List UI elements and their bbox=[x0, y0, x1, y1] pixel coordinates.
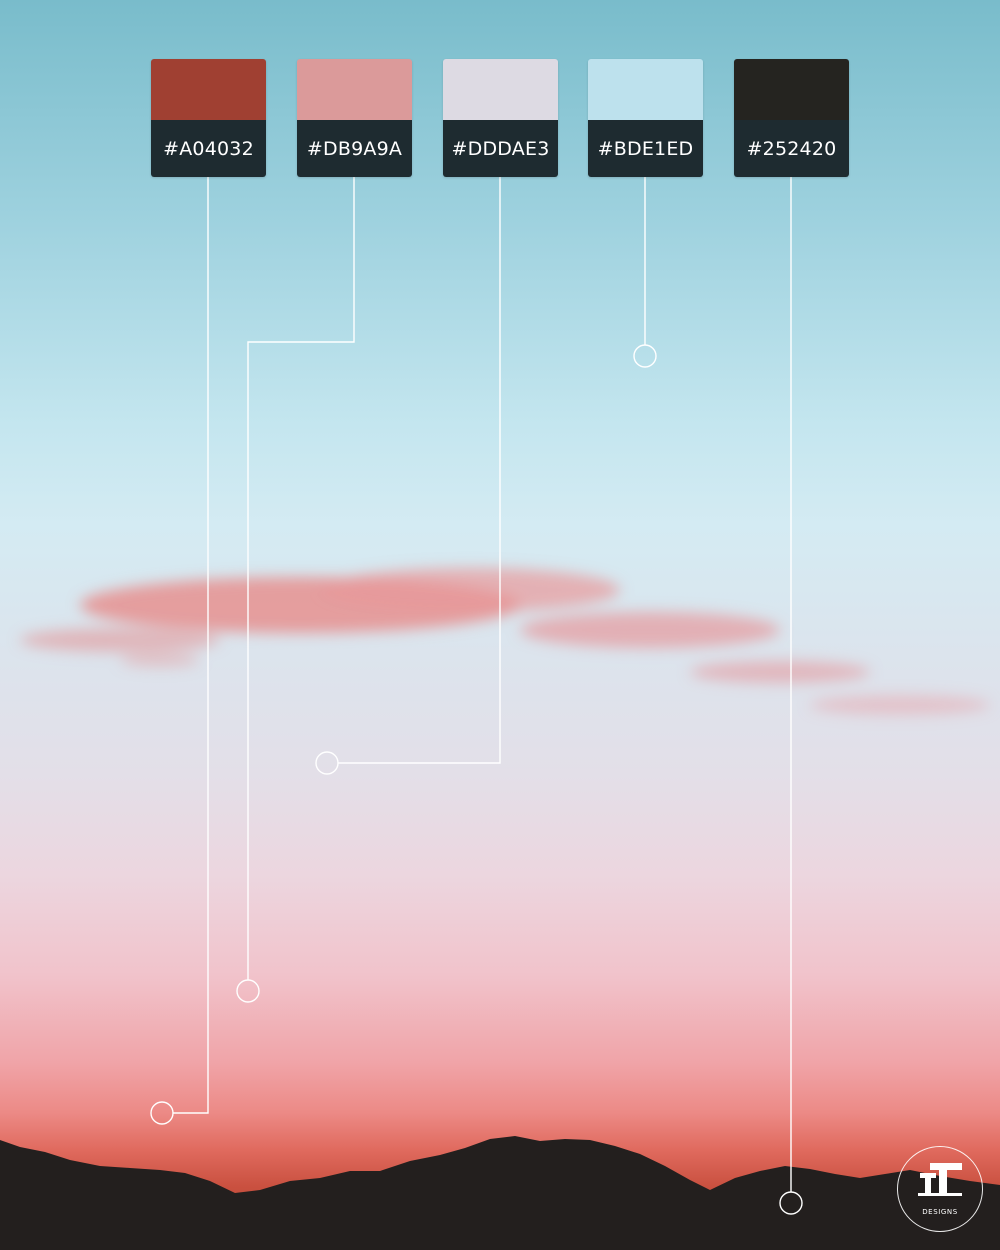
palette-poster: #A04032 #DB9A9A #DDDAE3 #BDE1ED #252420 … bbox=[0, 0, 1000, 1250]
swatch-chip bbox=[151, 59, 266, 120]
swatch-hex-label: #BDE1ED bbox=[588, 120, 703, 177]
marker-db9a9a bbox=[236, 979, 260, 1003]
swatch-hex-label: #DDDAE3 bbox=[443, 120, 558, 177]
marker-bde1ed bbox=[633, 344, 657, 368]
swatch-hex-label: #DB9A9A bbox=[297, 120, 412, 177]
swatch-chip bbox=[297, 59, 412, 120]
cloud bbox=[20, 568, 990, 715]
connector-line-dddae3 bbox=[338, 177, 501, 764]
swatch-4: #BDE1ED bbox=[588, 59, 703, 177]
marker-a04032 bbox=[150, 1101, 174, 1125]
sky-artwork bbox=[0, 177, 1000, 1250]
swatch-1: #A04032 bbox=[151, 59, 266, 177]
brand-logo: DESIGNS bbox=[897, 1146, 983, 1232]
tt-monogram-icon bbox=[918, 1163, 962, 1196]
swatch-chip bbox=[588, 59, 703, 120]
marker-dddae3 bbox=[315, 751, 339, 775]
swatch-chip bbox=[443, 59, 558, 120]
swatch-3: #DDDAE3 bbox=[443, 59, 558, 177]
swatch-chip bbox=[734, 59, 849, 120]
swatch-5: #252420 bbox=[734, 59, 849, 177]
brand-name: DESIGNS bbox=[922, 1208, 958, 1216]
swatch-2: #DB9A9A bbox=[297, 59, 412, 177]
swatch-hex-label: #252420 bbox=[734, 120, 849, 177]
mountain-silhouette bbox=[0, 1136, 1000, 1250]
swatch-hex-label: #A04032 bbox=[151, 120, 266, 177]
